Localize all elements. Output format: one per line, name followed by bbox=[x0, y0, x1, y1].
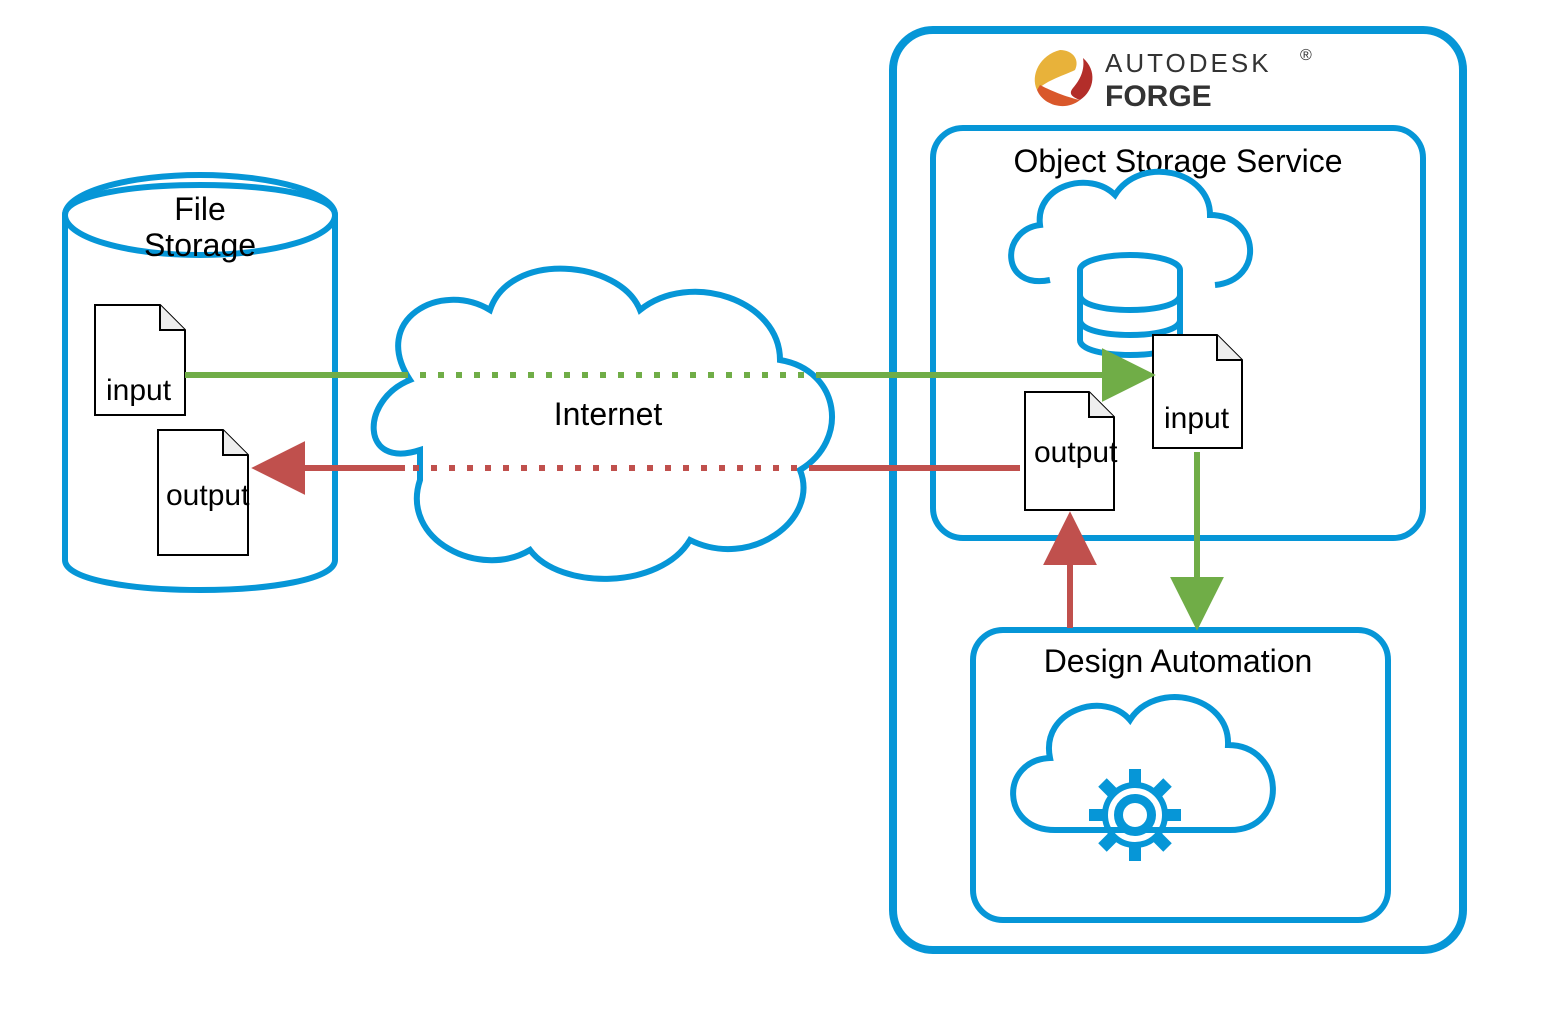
forge-brand-top: AUTODESK bbox=[1105, 48, 1272, 78]
oss-input-label: input bbox=[1164, 402, 1230, 435]
file-storage-input-label: input bbox=[106, 374, 172, 407]
file-storage-title-line2: Storage bbox=[144, 227, 256, 263]
oss-input-file: input bbox=[1153, 335, 1242, 448]
registered-mark: ® bbox=[1300, 47, 1312, 64]
file-storage-title-line1: File bbox=[174, 191, 226, 227]
file-storage-output-file: output bbox=[158, 430, 250, 555]
oss-output-file: output bbox=[1025, 392, 1118, 510]
forge-brand-bottom: FORGE bbox=[1105, 80, 1212, 113]
da-title: Design Automation bbox=[1044, 643, 1313, 679]
internet-cloud: Internet bbox=[374, 269, 832, 579]
cloud-database-icon bbox=[1011, 172, 1250, 355]
file-storage-output-label: output bbox=[166, 479, 250, 512]
oss-output-label: output bbox=[1034, 436, 1118, 469]
file-storage-input-file: input bbox=[95, 305, 185, 415]
internet-label: Internet bbox=[554, 396, 663, 432]
cloud-gear-icon bbox=[1013, 697, 1273, 861]
forge-logo-icon bbox=[1035, 50, 1093, 106]
